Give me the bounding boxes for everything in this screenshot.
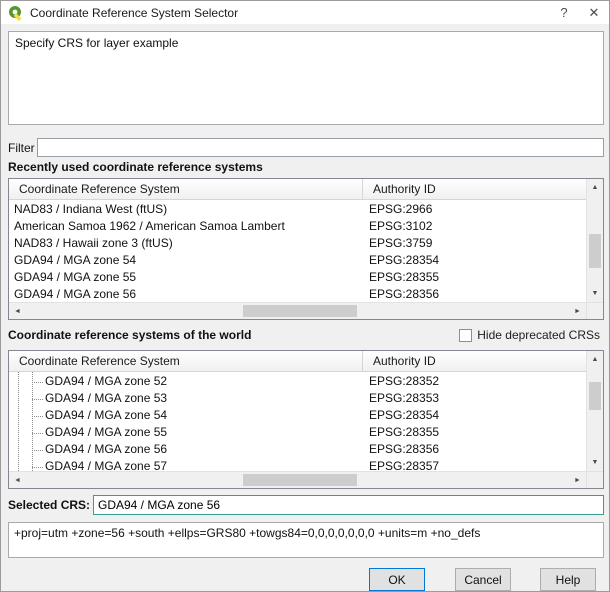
table-row[interactable]: GDA94 / MGA zone 52 EPSG:28352 (9, 372, 586, 389)
recent-crs-heading: Recently used coordinate reference syste… (8, 160, 263, 174)
table-row[interactable]: GDA94 / MGA zone 54 EPSG:28354 (9, 251, 586, 268)
recent-crs-table: Coordinate Reference System Authority ID… (8, 178, 604, 320)
hide-deprecated-control[interactable]: Hide deprecated CRSs (459, 328, 604, 342)
crs-selector-dialog: Coordinate Reference System Selector ? ✕… (0, 0, 610, 592)
crs-name-cell: GDA94 / MGA zone 54 (14, 252, 137, 267)
titlebar[interactable]: Coordinate Reference System Selector ? ✕ (1, 1, 609, 24)
authority-id-cell: EPSG:2966 (369, 201, 433, 216)
table-row[interactable]: GDA94 / MGA zone 53 EPSG:28353 (9, 389, 586, 406)
proj4-string-text: +proj=utm +zone=56 +south +ellps=GRS80 +… (14, 526, 481, 540)
column-header-authority[interactable]: Authority ID (363, 179, 586, 199)
crs-name-cell: NAD83 / Hawaii zone 3 (ftUS) (14, 235, 173, 250)
crs-name-cell: GDA94 / MGA zone 53 (9, 391, 363, 405)
column-header-authority[interactable]: Authority ID (363, 351, 586, 371)
world-crs-heading: Coordinate reference systems of the worl… (8, 328, 252, 342)
authority-id-cell: EPSG:28352 (369, 373, 440, 388)
column-header-crs[interactable]: Coordinate Reference System (9, 179, 363, 199)
scroll-up-icon[interactable]: ▲ (587, 179, 603, 196)
scrollbar-thumb[interactable] (243, 305, 358, 317)
scrollbar-thumb[interactable] (243, 474, 358, 486)
ok-button[interactable]: OK (369, 568, 425, 591)
scrollbar-thumb[interactable] (589, 382, 601, 410)
qgis-logo-icon (8, 5, 24, 21)
help-button[interactable]: Help (540, 568, 596, 591)
crs-name-cell: NAD83 / Indiana West (ftUS) (14, 201, 168, 216)
crs-description-box: Specify CRS for layer example (8, 31, 604, 125)
authority-id-cell: EPSG:28353 (369, 390, 440, 405)
scroll-right-icon[interactable]: ► (569, 472, 586, 488)
table-row[interactable]: GDA94 / MGA zone 55 EPSG:28355 (9, 268, 586, 285)
filter-label: Filter (8, 140, 35, 155)
scroll-right-icon[interactable]: ► (569, 303, 586, 319)
table-row[interactable]: GDA94 / MGA zone 55 EPSG:28355 (9, 423, 586, 440)
authority-id-cell: EPSG:28356 (369, 286, 440, 301)
crs-name-cell: GDA94 / MGA zone 57 (9, 459, 363, 471)
horizontal-scrollbar[interactable]: ◄ ► (9, 471, 603, 488)
crs-name-cell: GDA94 / MGA zone 55 (14, 269, 137, 284)
scrollbar-track[interactable] (26, 472, 569, 488)
scrollbar-track[interactable] (587, 368, 603, 454)
scrollbar-thumb[interactable] (589, 234, 601, 268)
scrollbar-track[interactable] (587, 196, 603, 285)
column-header-crs[interactable]: Coordinate Reference System (9, 351, 363, 371)
authority-id-cell: EPSG:28355 (369, 269, 440, 284)
scrollbar-corner (586, 472, 603, 488)
scroll-up-icon[interactable]: ▲ (587, 351, 603, 368)
vertical-scrollbar[interactable]: ▲ ▼ (586, 179, 603, 302)
authority-id-cell: EPSG:28354 (369, 407, 440, 422)
authority-id-cell: EPSG:3102 (369, 218, 433, 233)
cancel-button[interactable]: Cancel (455, 568, 511, 591)
scrollbar-corner (586, 303, 603, 319)
filter-input[interactable] (37, 138, 604, 157)
table-row[interactable]: NAD83 / Hawaii zone 3 (ftUS) EPSG:3759 (9, 234, 586, 251)
scrollbar-track[interactable] (26, 303, 569, 319)
authority-id-cell: EPSG:3759 (369, 235, 433, 250)
table-row[interactable]: American Samoa 1962 / American Samoa Lam… (9, 217, 586, 234)
world-table-rows: GDA94 / MGA zone 52 EPSG:28352 GDA94 / M… (9, 372, 586, 471)
filter-row: Filter (8, 138, 604, 157)
crs-name-cell: GDA94 / MGA zone 56 (14, 286, 137, 301)
window-title: Coordinate Reference System Selector (30, 5, 239, 20)
world-table-header: Coordinate Reference System Authority ID (9, 351, 586, 372)
world-crs-table: Coordinate Reference System Authority ID… (8, 350, 604, 489)
scroll-left-icon[interactable]: ◄ (9, 472, 26, 488)
close-button[interactable]: ✕ (579, 1, 609, 24)
authority-id-cell: EPSG:28354 (369, 252, 440, 267)
scroll-left-icon[interactable]: ◄ (9, 303, 26, 319)
titlebar-buttons: ? ✕ (549, 1, 609, 24)
table-row[interactable]: GDA94 / MGA zone 54 EPSG:28354 (9, 406, 586, 423)
crs-name-cell: American Samoa 1962 / American Samoa Lam… (14, 218, 285, 233)
vertical-scrollbar[interactable]: ▲ ▼ (586, 351, 603, 471)
selected-crs-row: Selected CRS: (8, 495, 604, 515)
scroll-down-icon[interactable]: ▼ (587, 454, 603, 471)
recent-table-header: Coordinate Reference System Authority ID (9, 179, 586, 200)
authority-id-cell: EPSG:28356 (369, 441, 440, 456)
authority-id-cell: EPSG:28355 (369, 424, 440, 439)
recent-table-rows: NAD83 / Indiana West (ftUS) EPSG:2966 Am… (9, 200, 586, 302)
table-row[interactable]: NAD83 / Indiana West (ftUS) EPSG:2966 (9, 200, 586, 217)
world-crs-heading-row: Coordinate reference systems of the worl… (8, 328, 604, 342)
selected-crs-label: Selected CRS: (8, 498, 91, 512)
authority-id-cell: EPSG:28357 (369, 458, 440, 472)
hide-deprecated-label: Hide deprecated CRSs (477, 328, 600, 342)
description-text: Specify CRS for layer example (15, 36, 179, 50)
crs-name-cell: GDA94 / MGA zone 54 (9, 408, 363, 422)
table-row[interactable]: GDA94 / MGA zone 57 EPSG:28357 (9, 457, 586, 471)
table-row[interactable]: GDA94 / MGA zone 56 EPSG:28356 (9, 440, 586, 457)
crs-name-cell: GDA94 / MGA zone 56 (9, 442, 363, 456)
help-button[interactable]: ? (549, 1, 579, 24)
horizontal-scrollbar[interactable]: ◄ ► (9, 302, 603, 319)
crs-name-cell: GDA94 / MGA zone 52 (9, 374, 363, 388)
selected-crs-input[interactable] (93, 495, 604, 515)
proj4-string-box[interactable]: +proj=utm +zone=56 +south +ellps=GRS80 +… (8, 522, 604, 558)
scroll-down-icon[interactable]: ▼ (587, 285, 603, 302)
table-row[interactable]: GDA94 / MGA zone 56 EPSG:28356 (9, 285, 586, 302)
crs-name-cell: GDA94 / MGA zone 55 (9, 425, 363, 439)
hide-deprecated-checkbox[interactable] (459, 328, 473, 342)
